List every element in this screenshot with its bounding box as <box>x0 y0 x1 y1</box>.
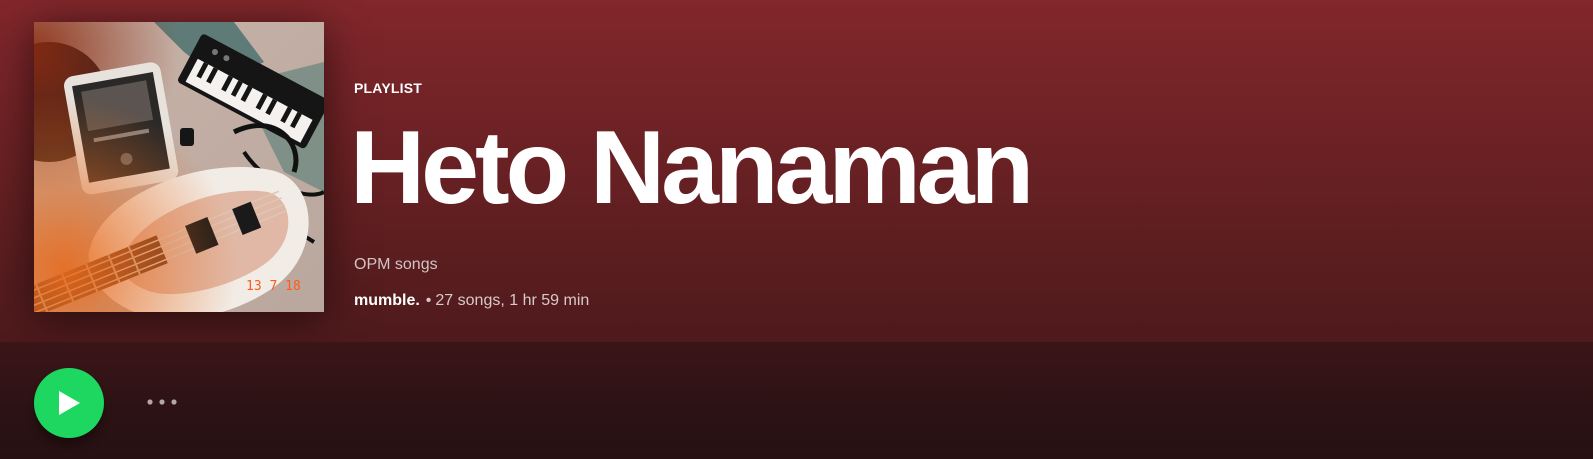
playlist-action-bar <box>0 342 1593 459</box>
playlist-metadata: PLAYLIST Heto Nanaman OPM songs mumble. •… <box>350 0 1554 342</box>
play-icon <box>59 391 80 415</box>
playlist-description: OPM songs <box>354 256 438 273</box>
playlist-header: 13 7 18 PLAYLIST Heto Nanaman OPM songs … <box>0 0 1593 342</box>
playlist-stats: 27 songs, 1 hr 59 min <box>435 292 590 309</box>
more-options-icon <box>147 399 177 405</box>
details-separator: • <box>425 292 432 309</box>
play-button[interactable] <box>34 368 104 438</box>
cover-overlay-text: 13 7 18 <box>246 279 301 294</box>
playlist-page: 13 7 18 PLAYLIST Heto Nanaman OPM songs … <box>0 0 1593 459</box>
playlist-cover-image[interactable]: 13 7 18 <box>34 22 324 312</box>
playlist-title[interactable]: Heto Nanaman <box>350 106 1034 230</box>
playlist-type-label: PLAYLIST <box>354 80 422 96</box>
playlist-details: mumble. • 27 songs, 1 hr 59 min <box>354 292 589 310</box>
more-options-button[interactable] <box>140 382 184 422</box>
cover-artwork: 13 7 18 <box>34 22 324 312</box>
playlist-owner-link[interactable]: mumble. <box>354 292 420 309</box>
